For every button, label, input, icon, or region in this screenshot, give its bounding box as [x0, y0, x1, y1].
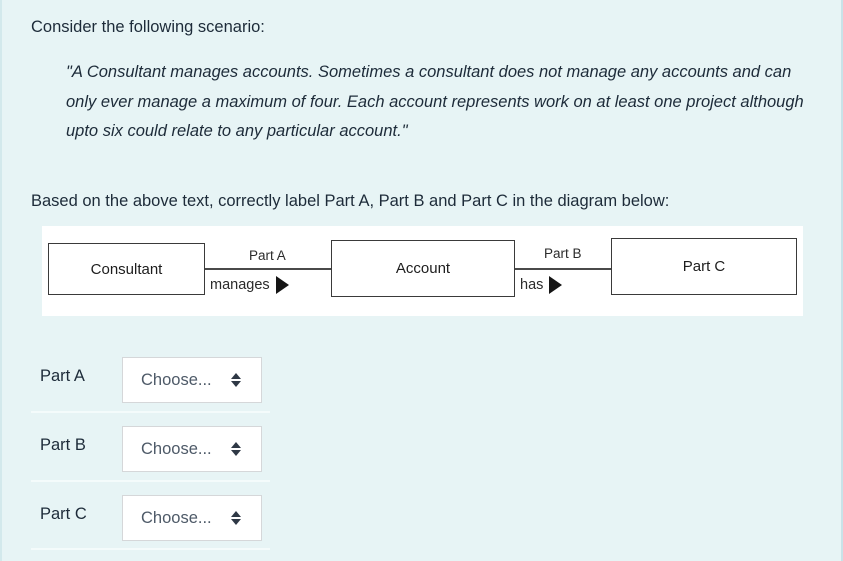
entity-box-account: Account — [331, 240, 515, 297]
select-part-b[interactable]: Choose... — [122, 426, 262, 472]
triangle-right-icon — [549, 276, 563, 294]
relationship-cardinality-part-a: Part A — [247, 248, 288, 263]
answer-label-part-a: Part A — [40, 367, 85, 385]
connector-line-b — [512, 268, 614, 270]
answer-row-part-a: Part A Choose... — [0, 346, 843, 414]
answer-row-part-c: Part C Choose... — [0, 484, 843, 552]
intro-text: Consider the following scenario: — [31, 18, 265, 36]
select-part-b-value: Choose... — [141, 439, 212, 458]
triangle-right-icon — [275, 276, 289, 294]
row-divider — [31, 480, 270, 482]
select-part-a[interactable]: Choose... — [122, 357, 262, 403]
answer-row-part-b: Part B Choose... — [0, 415, 843, 483]
entity-label-account: Account — [395, 260, 451, 277]
row-divider — [31, 548, 270, 550]
select-part-c[interactable]: Choose... — [122, 495, 262, 541]
up-down-caret-icon — [231, 442, 241, 456]
question-content: Consider the following scenario: "A Cons… — [0, 0, 843, 561]
relationship-verb-manages-label: manages — [210, 277, 270, 293]
up-down-caret-icon — [231, 373, 241, 387]
relationship-verb-has: has — [520, 276, 563, 294]
instruction-text: Based on the above text, correctly label… — [31, 192, 670, 210]
er-diagram: Consultant Account Part C Part A manages… — [42, 226, 803, 316]
answer-label-part-b: Part B — [40, 436, 86, 454]
row-divider — [31, 411, 270, 413]
connector-line-a — [202, 268, 334, 270]
entity-label-consultant: Consultant — [90, 260, 163, 278]
entity-box-consultant: Consultant — [48, 243, 205, 295]
entity-label-part-c: Part C — [682, 258, 726, 275]
select-part-c-value: Choose... — [141, 508, 212, 527]
scenario-quote-text: "A Consultant manages accounts. Sometime… — [66, 63, 804, 140]
relationship-verb-manages: manages — [210, 276, 289, 294]
relationship-verb-has-label: has — [520, 277, 544, 293]
select-part-a-value: Choose... — [141, 370, 212, 389]
relationship-cardinality-part-b: Part B — [542, 246, 584, 261]
answer-label-part-c: Part C — [40, 505, 87, 523]
entity-box-part-c: Part C — [611, 238, 797, 295]
up-down-caret-icon — [231, 511, 241, 525]
